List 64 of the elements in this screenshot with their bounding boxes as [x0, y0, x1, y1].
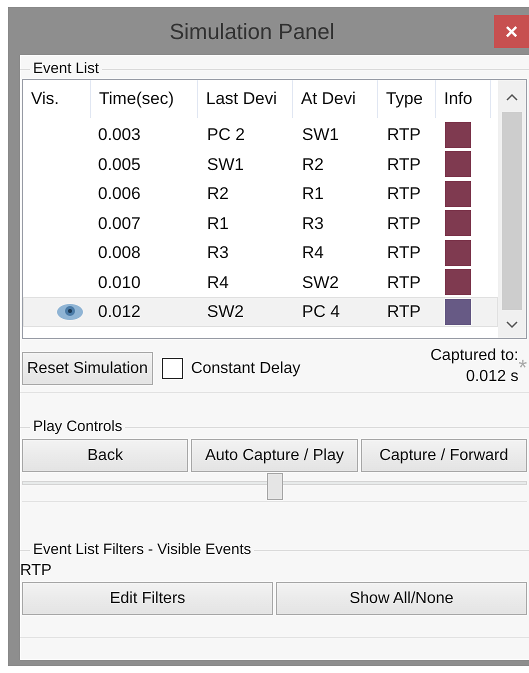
table-cell-text: RTP [386, 301, 422, 323]
asterisk-mark: * [518, 354, 527, 382]
table-cell-text: SW2 [301, 272, 340, 294]
event-row[interactable]: 0.010 R4 SW2 RTP [23, 268, 498, 297]
table-cell-text: R3 [206, 242, 230, 264]
table-cell-text: 0.005 [97, 154, 142, 176]
event-row[interactable]: 0.003 PC 2 SW1 RTP [23, 120, 498, 150]
checkbox-label: Constant Delay [190, 358, 300, 378]
table-cell-text: PC 4 [301, 301, 341, 323]
table-cell-text: R1 [206, 212, 230, 234]
table-cell-text: RTP [386, 124, 422, 146]
playback-slider[interactable] [22, 472, 527, 502]
event-row[interactable]: 0.008 R3 R4 RTP [23, 238, 498, 268]
table-cell-text: R2 [301, 154, 325, 176]
play-control-button[interactable]: Auto Capture / Play [191, 439, 358, 472]
table-cell-text: SW1 [206, 154, 245, 176]
table-cell-text: RTP [386, 242, 422, 264]
column-header[interactable]: Last Devi [198, 80, 293, 118]
captured-value: 0.012 s [466, 368, 518, 386]
table-cell-text: R3 [301, 212, 325, 234]
scroll-up-icon[interactable] [505, 92, 519, 102]
group-title: Event List [32, 58, 100, 79]
table-cell-text: RTP [386, 183, 422, 205]
table-cell-text: R1 [301, 183, 325, 205]
captured-label: Captured to: [430, 346, 518, 366]
group-title: Event List Filters - Visible Events [32, 540, 252, 560]
active-filter: RTP [20, 561, 53, 581]
table-cell-text: 0.006 [97, 183, 142, 205]
scroll-down-icon[interactable] [505, 320, 519, 330]
scrollbar[interactable] [498, 80, 526, 338]
table-cell-text: 0.007 [97, 212, 142, 234]
table-cell-text: RTP [386, 154, 422, 176]
filter-button[interactable]: Show All/None [276, 582, 527, 615]
reset-simulation-button[interactable]: Reset Simulation [22, 352, 153, 385]
table-cell-text: 0.003 [97, 124, 142, 146]
checkbox[interactable] [162, 358, 183, 379]
event-row[interactable]: 0.006 R2 R1 RTP [23, 179, 498, 208]
table-cell-text: RTP [386, 212, 422, 234]
table-cell-text: SW2 [206, 301, 245, 323]
column-header[interactable]: Type [378, 80, 436, 118]
filter-button[interactable]: Edit Filters [22, 582, 273, 615]
column-header[interactable]: At Devi [293, 80, 378, 118]
column-header[interactable]: Time(sec) [91, 80, 198, 118]
column-header[interactable]: Vis. [23, 80, 91, 118]
table-cell-text: R4 [206, 272, 230, 294]
table-cell-text: RTP [386, 272, 422, 294]
slider-thumb[interactable] [266, 473, 282, 500]
table-cell-text: 0.010 [97, 272, 142, 294]
table-cell-text: R2 [206, 183, 230, 205]
table-cell-text: R4 [301, 242, 325, 264]
event-row[interactable]: 0.005 SW1 R2 RTP [23, 150, 498, 179]
group-title: Play Controls [32, 416, 124, 437]
play-control-button[interactable]: Back [22, 439, 188, 472]
play-control-button[interactable]: Capture / Forward [360, 439, 527, 472]
event-row[interactable]: 0.007 R1 R3 RTP [23, 208, 498, 238]
table-cell-text: 0.012 [97, 301, 142, 323]
window-title: Simulation Panel [168, 18, 336, 46]
table-cell-text: PC 2 [206, 124, 246, 146]
column-header[interactable]: Info [436, 80, 491, 118]
table-cell-text: 0.008 [97, 242, 142, 264]
close-button[interactable]: × [494, 14, 529, 48]
eye-icon[interactable] [56, 302, 84, 322]
event-row[interactable]: 0.012 SW2 PC 4 RTP [23, 297, 498, 326]
table-cell-text: SW1 [301, 124, 340, 146]
